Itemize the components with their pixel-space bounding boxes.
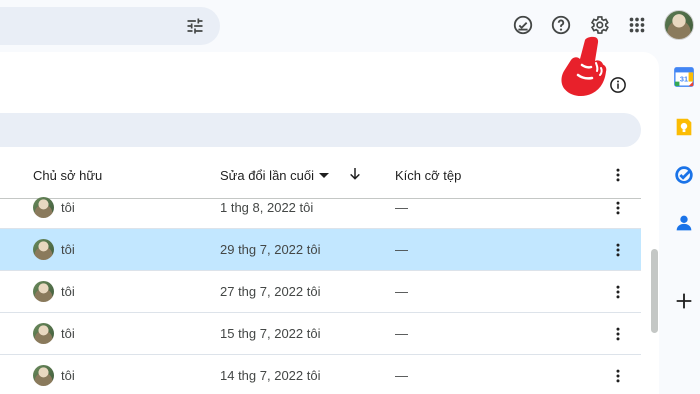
sort-direction-icon[interactable] <box>347 166 363 182</box>
table-row[interactable]: tôi 15 thg 7, 2022 tôi — <box>0 313 641 355</box>
owner-name: tôi <box>61 242 75 257</box>
last-modified: 15 thg 7, 2022 tôi <box>220 326 321 341</box>
file-size: — <box>395 284 408 299</box>
more-actions-icon[interactable] <box>609 325 627 343</box>
column-header-last-modified-label: Sửa đổi lần cuối <box>220 168 314 183</box>
file-size: — <box>395 200 408 215</box>
owner-name: tôi <box>61 200 75 215</box>
more-options-icon[interactable] <box>609 166 627 184</box>
file-size: — <box>395 242 408 257</box>
google-contacts-icon[interactable] <box>673 212 695 234</box>
filter-bar <box>0 113 641 147</box>
vertical-scrollbar-thumb[interactable] <box>651 249 658 333</box>
file-size: — <box>395 326 408 341</box>
owner-avatar <box>33 365 54 386</box>
table-row[interactable]: tôi 1 thg 8, 2022 tôi — <box>0 187 641 229</box>
more-actions-icon[interactable] <box>609 199 627 217</box>
search-bar[interactable] <box>0 7 220 45</box>
add-icon[interactable] <box>673 290 695 312</box>
owner-avatar <box>33 281 54 302</box>
info-icon[interactable] <box>609 76 627 94</box>
column-header-owner: Chủ sở hữu <box>33 168 103 183</box>
svg-text:31: 31 <box>680 75 688 84</box>
apps-grid-icon[interactable] <box>626 14 648 36</box>
owner-name: tôi <box>61 284 75 299</box>
owner-avatar <box>33 323 54 344</box>
more-actions-icon[interactable] <box>609 283 627 301</box>
caret-down-icon[interactable] <box>318 173 329 178</box>
column-header-file-size: Kích cỡ tệp <box>395 168 462 183</box>
owner-avatar <box>33 197 54 218</box>
google-keep-icon[interactable] <box>673 116 695 138</box>
more-actions-icon[interactable] <box>609 241 627 259</box>
ready-for-offline-icon[interactable] <box>512 14 534 36</box>
file-list-panel: Chủ sở hữu Sửa đổi lần cuối Kích cỡ tệp … <box>0 52 659 394</box>
last-modified: 29 thg 7, 2022 tôi <box>220 242 321 257</box>
column-header-last-modified[interactable]: Sửa đổi lần cuối <box>220 168 329 183</box>
last-modified: 1 thg 8, 2022 tôi <box>220 200 314 215</box>
owner-name: tôi <box>61 368 75 383</box>
tune-icon[interactable] <box>185 16 205 36</box>
settings-icon[interactable] <box>588 14 610 36</box>
owner-name: tôi <box>61 326 75 341</box>
more-actions-icon[interactable] <box>609 367 627 385</box>
last-modified: 27 thg 7, 2022 tôi <box>220 284 321 299</box>
google-tasks-icon[interactable] <box>673 164 695 186</box>
table-row[interactable]: tôi 29 thg 7, 2022 tôi — <box>0 229 641 271</box>
account-avatar[interactable] <box>664 10 694 40</box>
file-size: — <box>395 368 408 383</box>
table-row[interactable]: tôi 14 thg 7, 2022 tôi — <box>0 355 641 394</box>
help-icon[interactable] <box>550 14 572 36</box>
table-row[interactable]: tôi 27 thg 7, 2022 tôi — <box>0 271 641 313</box>
last-modified: 14 thg 7, 2022 tôi <box>220 368 321 383</box>
owner-avatar <box>33 239 54 260</box>
google-calendar-icon[interactable]: 31 <box>673 66 695 88</box>
